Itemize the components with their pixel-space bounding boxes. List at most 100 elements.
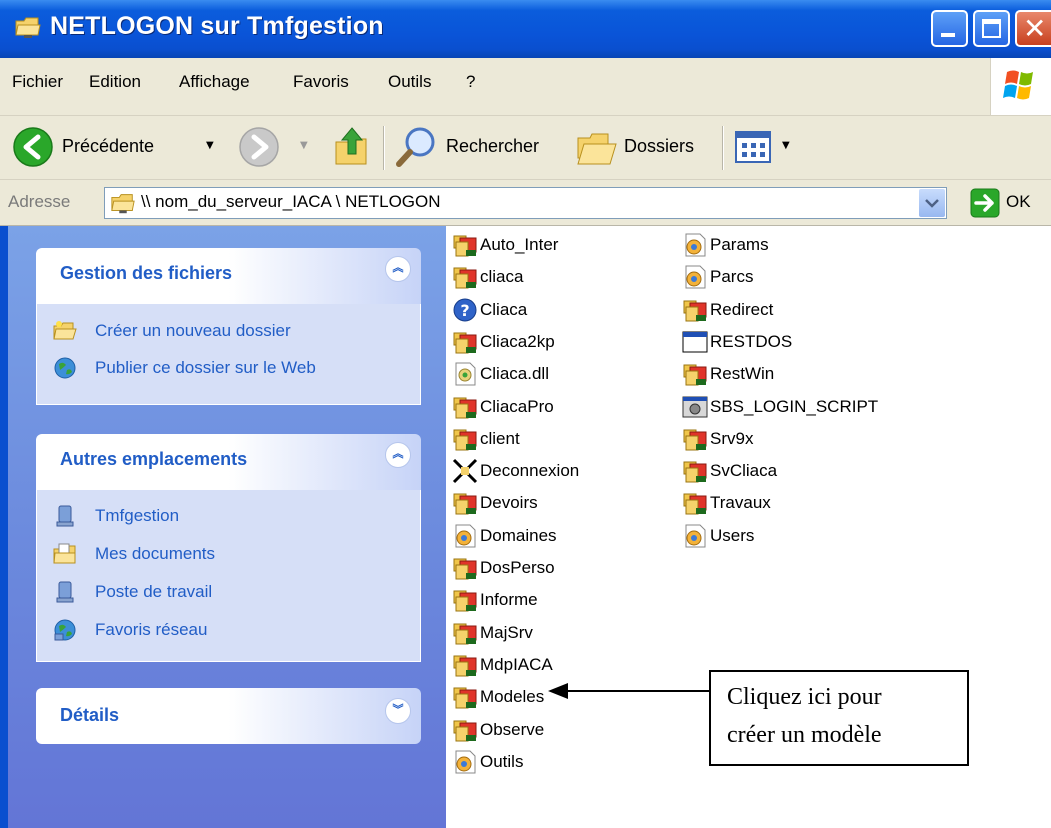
menu-affichage[interactable]: Affichage (179, 72, 250, 92)
file-name: Outils (480, 751, 524, 771)
shared-folder-icon (453, 655, 477, 677)
views-dropdown-icon[interactable]: ▼ (782, 140, 790, 151)
minimize-button[interactable] (931, 10, 968, 47)
file-name: Deconnexion (480, 461, 580, 481)
annotation-callout: Cliquez ici pour créer un modèle (709, 670, 969, 766)
other-places-header[interactable]: Autres emplacements ︽ (36, 434, 421, 490)
shared-folder-icon (453, 332, 477, 354)
file-name: DosPerso (480, 558, 555, 577)
minimize-icon (941, 33, 955, 37)
file-name: Devoirs (480, 493, 538, 513)
forward-dropdown-icon[interactable]: ▼ (300, 140, 308, 151)
chevron-down-icon (925, 199, 939, 208)
other-places-title: Autres emplacements (60, 449, 248, 469)
windows-logo (990, 58, 1051, 115)
folders-icon (577, 133, 617, 165)
file-name: Observe (480, 719, 545, 739)
views-icon[interactable] (734, 128, 774, 168)
collapse-chevron-up-icon[interactable]: ︽ (385, 442, 411, 468)
computer-icon (56, 581, 74, 603)
file-name: Srv9x (710, 428, 754, 448)
address-dropdown-button[interactable] (919, 189, 945, 217)
file-name: SvCliaca (710, 461, 778, 481)
disconnect-icon (452, 459, 478, 484)
menu-favoris[interactable]: Favoris (293, 72, 349, 92)
shared-folder-icon (453, 429, 477, 451)
shared-folder-icon (683, 364, 707, 386)
title-bar[interactable]: NETLOGON sur Tmfgestion ✕ (0, 0, 1051, 58)
search-icon (396, 127, 435, 167)
details-header[interactable]: Détails ︾ (36, 688, 421, 744)
batch-file-icon (682, 396, 708, 417)
menu-bar: Fichier Edition Affichage Favoris Outils… (0, 58, 1051, 116)
menu-fichier[interactable]: Fichier (12, 72, 63, 92)
network-folder-icon (111, 194, 135, 214)
maximize-icon (982, 19, 1001, 38)
publish-web-label: Publier ce dossier sur le Web (95, 358, 316, 377)
go-button-label[interactable]: OK (1006, 192, 1031, 212)
annotation-line-2: créer un modèle (727, 722, 882, 748)
place-favoris-reseau-label: Favoris réseau (95, 620, 208, 639)
close-button[interactable]: ✕ (1015, 10, 1051, 47)
shared-folder-icon (683, 429, 707, 451)
address-value: \\ nom_du_serveur_IACA \ NETLOGON (141, 192, 441, 211)
task-pane: Gestion des fichiers ︽ Créer un nouveau … (8, 226, 446, 828)
file-tasks-title: Gestion des fichiers (60, 263, 233, 283)
file-name: Modeles (480, 687, 545, 707)
shared-folder-icon (453, 493, 477, 515)
file-name: MajSrv (480, 622, 533, 642)
file-name: SBS_LOGIN_SCRIPT (710, 396, 879, 416)
back-button[interactable]: Précédente (8, 122, 228, 174)
file-name: client (480, 428, 520, 448)
toolbar-separator (722, 126, 723, 170)
network-folder-icon (15, 17, 41, 38)
menu-edition[interactable]: Edition (89, 72, 141, 92)
new-folder-label: Créer un nouveau dossier (95, 321, 291, 340)
other-places-panel: Autres emplacements ︽ Tmfgestion Mes doc… (36, 434, 421, 662)
file-name: Users (710, 525, 755, 545)
details-title: Détails (60, 705, 120, 725)
file-tasks-header[interactable]: Gestion des fichiers ︽ (36, 248, 421, 304)
collapse-chevron-up-icon[interactable]: ︽ (385, 256, 411, 282)
windows-flag-icon (1003, 70, 1033, 100)
file-tasks-body: Créer un nouveau dossier Publier ce doss… (36, 304, 421, 405)
file-name: Travaux (710, 493, 771, 513)
svg-text:?: ? (460, 301, 469, 320)
shared-folder-icon (683, 461, 707, 483)
file-name: Cliaca.dll (480, 364, 549, 384)
back-dropdown-icon[interactable]: ▼ (206, 140, 214, 151)
file-name: Domaines (480, 525, 557, 545)
close-icon: ✕ (1023, 12, 1047, 45)
shared-folder-icon (453, 623, 477, 645)
shared-folder-icon (683, 493, 707, 515)
config-file-icon (685, 524, 706, 548)
documents-folder-icon (53, 543, 76, 564)
expand-chevron-down-icon[interactable]: ︾ (385, 698, 411, 724)
search-button[interactable]: Rechercher (392, 122, 562, 174)
maximize-button[interactable] (973, 10, 1010, 47)
file-name: Params (710, 235, 769, 254)
forward-arrow-icon[interactable] (238, 126, 280, 168)
shared-folder-icon (453, 558, 477, 580)
toolbar: Précédente ▼ ▼ Rechercher Dossiers ▼ (0, 116, 1051, 180)
up-folder-icon[interactable] (332, 124, 372, 168)
shared-folder-icon (453, 397, 477, 418)
network-globe-icon (54, 619, 76, 641)
menu-help[interactable]: ? (466, 72, 475, 92)
file-name: RestWin (710, 364, 775, 384)
search-label: Rechercher (446, 136, 540, 156)
place-mes-documents-label: Mes documents (95, 544, 215, 563)
go-arrow-icon[interactable] (970, 188, 1000, 218)
file-name: Informe (480, 590, 538, 610)
folders-button[interactable]: Dossiers (574, 122, 714, 174)
dll-file-icon (455, 362, 476, 386)
shared-folder-icon (453, 687, 477, 709)
config-file-icon (685, 265, 706, 289)
file-name: Parcs (710, 267, 754, 287)
shared-folder-icon (683, 300, 707, 322)
address-bar: Adresse \\ nom_du_serveur_IACA \ NETLOGO… (0, 180, 1051, 226)
address-input[interactable]: \\ nom_du_serveur_IACA \ NETLOGON (104, 187, 947, 219)
shared-folder-icon (453, 720, 477, 741)
menu-outils[interactable]: Outils (388, 72, 431, 92)
shared-folder-icon (453, 235, 477, 257)
